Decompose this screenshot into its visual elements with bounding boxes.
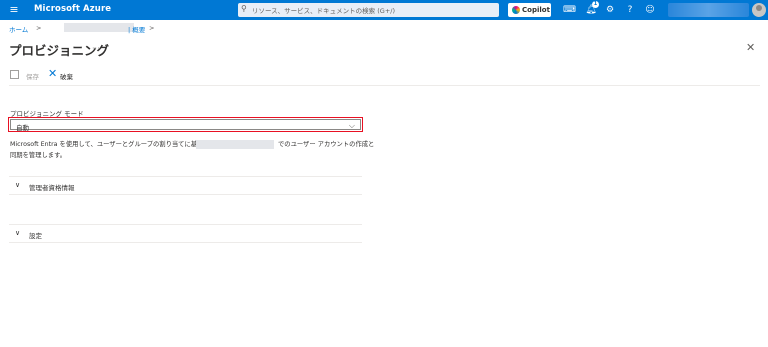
provisioning-mode-select[interactable]: 自動 ⌵	[8, 117, 363, 132]
brand-title[interactable]: Microsoft Azure	[34, 4, 111, 14]
search-icon: ⚲	[241, 4, 247, 13]
chevron-down-icon: ∨	[15, 229, 21, 237]
avatar[interactable]	[752, 3, 766, 17]
discard-button[interactable]: 破棄	[60, 71, 73, 81]
description-line2: 同期を管理します。	[10, 152, 67, 159]
select-inner: 自動 ⌵	[10, 119, 361, 132]
close-icon[interactable]: ✕	[746, 41, 755, 54]
more-options-icon[interactable]: ···	[92, 44, 100, 53]
top-bar: ≡ Microsoft Azure ⚲ リソース、サービス、ドキュメントの検索 …	[0, 0, 768, 20]
breadcrumb-separator: >	[149, 24, 155, 32]
chevron-down-icon: ∨	[15, 181, 21, 189]
save-icon	[10, 70, 19, 79]
copilot-icon	[512, 6, 520, 14]
chevron-down-icon: ⌵	[348, 121, 355, 130]
search-input[interactable]: リソース、サービス、ドキュメントの検索 (G+/)	[252, 5, 395, 15]
section-admin-credentials[interactable]: ∨ 管理者資格情報	[9, 176, 362, 195]
help-icon[interactable]: ?	[624, 4, 636, 16]
breadcrumb-app-redacted[interactable]	[64, 23, 134, 32]
breadcrumb-separator: >	[36, 24, 42, 32]
terminal-icon[interactable]: ⌨	[563, 4, 576, 16]
notification-badge: 1	[592, 1, 599, 8]
copilot-label: Copilot	[522, 6, 550, 14]
search-box[interactable]: ⚲ リソース、サービス、ドキュメントの検索 (G+/)	[238, 3, 499, 17]
app-name-redacted	[196, 140, 274, 149]
section-settings[interactable]: ∨ 設定	[9, 224, 362, 243]
account-info[interactable]	[668, 3, 749, 17]
breadcrumb-overview[interactable]: | 概要	[128, 24, 145, 34]
feedback-icon[interactable]: ☺	[644, 4, 656, 16]
gear-icon[interactable]: ⚙	[604, 4, 616, 16]
divider	[9, 85, 760, 86]
copilot-button[interactable]: Copilot	[508, 3, 551, 17]
breadcrumb-home[interactable]: ホーム	[9, 24, 28, 34]
section-label: 管理者資格情報	[29, 184, 75, 192]
discard-icon[interactable]: ✕	[48, 68, 57, 80]
hamburger-icon[interactable]: ≡	[8, 4, 20, 16]
description-part2: でのユーザー アカウントの作成と	[278, 141, 375, 148]
section-label: 設定	[29, 232, 42, 240]
description-part1: Microsoft Entra を使用して、ユーザーとグループの割り当てに基づい…	[10, 141, 216, 148]
provisioning-mode-value: 自動	[16, 124, 29, 132]
save-button[interactable]: 保存	[26, 71, 39, 81]
